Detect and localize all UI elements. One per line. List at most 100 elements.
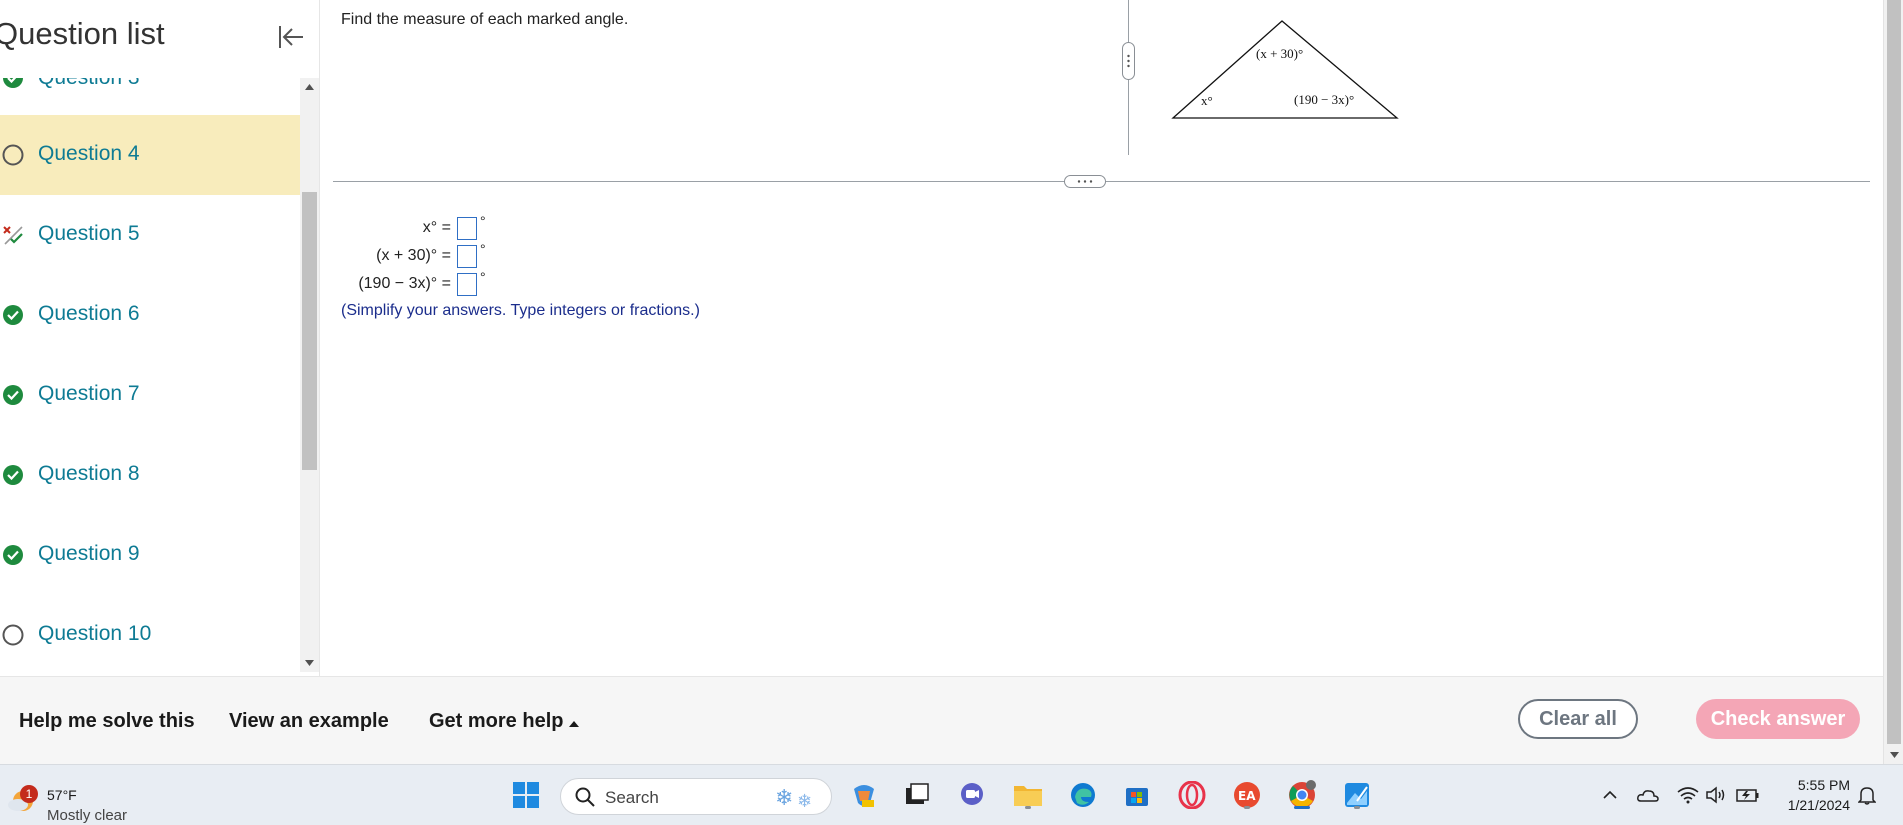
scroll-thumb[interactable] [302, 192, 317, 470]
battery-icon[interactable] [1732, 779, 1764, 811]
empty-circle-icon [1, 623, 25, 647]
clock-date: 1/21/2024 [1787, 797, 1850, 813]
scroll-down-arrow-icon[interactable] [1887, 748, 1901, 762]
opera-browser-icon[interactable] [1176, 779, 1208, 811]
answer-hint: (Simplify your answers. Type integers or… [341, 302, 700, 319]
check-circle-icon [1, 78, 25, 90]
svg-text:EA: EA [1238, 789, 1256, 803]
empty-circle-icon [1, 143, 25, 167]
help-me-solve-link[interactable]: Help me solve this [19, 710, 195, 733]
check-circle-icon [1, 543, 25, 567]
answer-row-x: x° = ° [341, 213, 741, 240]
caret-up-icon [569, 721, 580, 727]
degree-symbol: ° [480, 213, 486, 229]
scroll-up-arrow-icon[interactable] [300, 78, 319, 96]
check-answer-button[interactable]: Check answer [1696, 699, 1860, 739]
partial-check-icon [1, 223, 25, 247]
notification-bell-icon[interactable] [1851, 779, 1883, 811]
question-label: Question 3 [38, 78, 140, 90]
running-indicator [1244, 806, 1250, 809]
question-item-3[interactable]: Question 3 [0, 78, 300, 118]
svg-text:❄: ❄ [797, 791, 812, 811]
answer-label: (x + 30)° = [376, 247, 451, 264]
question-item-4[interactable]: Question 4 [0, 115, 300, 195]
right-angle-label: (190 − 3x)° [1294, 92, 1354, 107]
active-indicator [1294, 806, 1310, 809]
answer-row-x-plus-30: (x + 30)° = ° [341, 241, 741, 268]
weather-condition: Mostly clear [47, 807, 128, 824]
system-clock[interactable]: 5:55 PM 1/21/2024 [1776, 775, 1850, 815]
question-item-6[interactable]: Question 6 [0, 275, 300, 355]
weather-widget[interactable]: 1 57°F Mostly clear [6, 775, 136, 824]
volume-icon[interactable] [1700, 779, 1732, 811]
answer-label: x° = [422, 219, 451, 236]
windows-start-button[interactable] [510, 779, 542, 811]
collapse-sidebar-button[interactable] [274, 20, 308, 54]
windows-taskbar: 1 57°F Mostly clear Search ❄ ❄ EA 5:55 P… [0, 764, 1903, 825]
question-label: Question 7 [38, 382, 140, 405]
question-label: Question 6 [38, 302, 140, 325]
running-indicator [1354, 806, 1360, 809]
answer-row-190-minus-3x: (190 − 3x)° = ° [341, 269, 741, 296]
clear-all-button[interactable]: Clear all [1518, 699, 1638, 739]
question-label: Question 4 [38, 142, 140, 165]
weather-temperature: 57°F [47, 787, 77, 803]
microsoft-store-icon[interactable] [1121, 779, 1153, 811]
answer-label: (190 − 3x)° = [358, 275, 451, 292]
question-panel: Find the measure of each marked angle. (… [321, 0, 1883, 676]
bottom-action-bar: Help me solve this View an example Get m… [0, 676, 1883, 764]
notification-badge: 1 [20, 785, 38, 803]
question-label: Question 9 [38, 542, 140, 565]
answer-input-190-minus-3x[interactable] [457, 273, 477, 296]
question-item-8[interactable]: Question 8 [0, 435, 300, 515]
question-item-5[interactable]: Question 5 [0, 195, 300, 275]
question-prompt: Find the measure of each marked angle. [341, 11, 629, 28]
question-label: Question 10 [38, 622, 152, 645]
check-circle-icon [1, 463, 25, 487]
chevron-up-icon[interactable] [1594, 779, 1626, 811]
question-label: Question 5 [38, 222, 140, 245]
chrome-browser-icon[interactable] [1286, 779, 1318, 811]
top-angle-label: (x + 30)° [1256, 46, 1303, 61]
ea-app-icon[interactable]: EA [1231, 779, 1263, 811]
vertical-resize-handle[interactable] [1122, 42, 1135, 80]
collapse-left-icon [279, 26, 303, 48]
drag-dots-icon [1127, 54, 1130, 68]
check-circle-icon [1, 383, 25, 407]
view-example-link[interactable]: View an example [229, 710, 389, 733]
drag-dots-icon [1077, 180, 1093, 183]
teams-chat-icon[interactable] [956, 779, 988, 811]
answer-input-x-plus-30[interactable] [457, 245, 477, 268]
question-list: Question 3 Question 4 Question 5 [0, 78, 300, 672]
question-item-7[interactable]: Question 7 [0, 355, 300, 435]
sidebar-title: Question list [0, 16, 165, 51]
horizontal-resize-handle[interactable] [1064, 175, 1106, 188]
page-scroll-thumb[interactable] [1887, 0, 1901, 744]
photos-editor-icon[interactable] [1341, 779, 1373, 811]
get-more-help-link[interactable]: Get more help [429, 710, 580, 733]
edge-browser-icon[interactable] [1067, 779, 1099, 811]
question-list-scrollbar[interactable] [300, 78, 319, 672]
task-view-icon[interactable] [901, 779, 933, 811]
triangle-figure: (x + 30)° x° (190 − 3x)° [1171, 20, 1399, 119]
left-angle-label: x° [1201, 93, 1213, 108]
question-item-10[interactable]: Question 10 [0, 595, 300, 672]
search-placeholder: Search [605, 788, 659, 807]
question-item-9[interactable]: Question 9 [0, 515, 300, 595]
answer-input-x[interactable] [457, 217, 477, 240]
onedrive-cloud-icon[interactable] [1632, 779, 1664, 811]
copilot-icon[interactable] [848, 779, 880, 811]
question-label: Question 8 [38, 462, 140, 485]
check-circle-icon [1, 303, 25, 327]
clock-time: 5:55 PM [1797, 777, 1850, 793]
scroll-down-arrow-icon[interactable] [300, 654, 319, 672]
question-list-sidebar: Question list Question 3 Question 4 [0, 0, 320, 676]
windows-logo-icon [513, 782, 539, 808]
svg-text:❄: ❄ [775, 786, 793, 811]
file-explorer-icon[interactable] [1012, 779, 1044, 811]
taskbar-search[interactable]: Search ❄ ❄ [560, 778, 832, 815]
page-scrollbar[interactable] [1883, 0, 1903, 764]
degree-symbol: ° [480, 241, 486, 257]
snowflake-decoration-icon: ❄ ❄ [775, 786, 812, 811]
app-window: Question list Question 3 Question 4 [0, 0, 1903, 825]
